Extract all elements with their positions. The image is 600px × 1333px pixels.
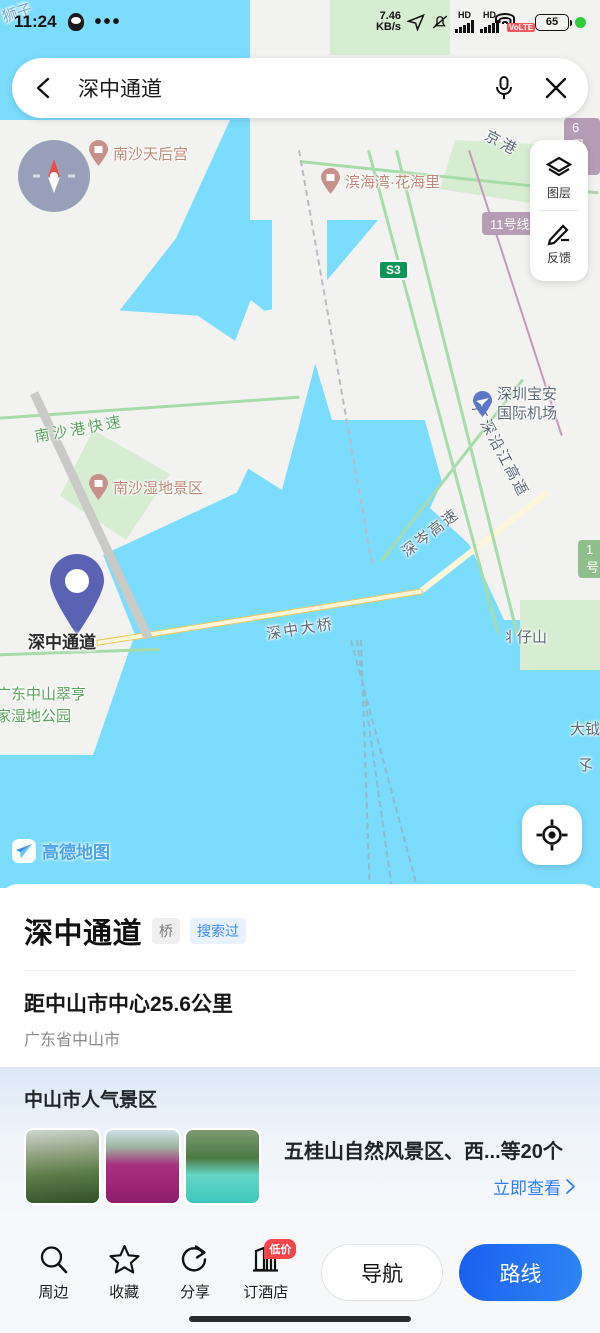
wifi-group: VoLTE: [495, 13, 536, 32]
hotel-button[interactable]: 低价 订酒店: [230, 1239, 301, 1302]
road-label-shencen-expressway: 深岑高速: [398, 505, 463, 561]
search-nearby-icon: [40, 1246, 68, 1274]
navigate-button[interactable]: 导航: [321, 1244, 444, 1301]
lake-waterfall-photo[interactable]: [184, 1128, 261, 1205]
scenic-poi-icon: [320, 168, 341, 195]
low-price-badge: 低价: [264, 1239, 297, 1259]
attractions-title: 中山市人气景区: [24, 1090, 158, 1111]
status-time: 11:24: [14, 12, 57, 31]
map-canvas[interactable]: 11:24 ••• 7.46 KB/s HD HD VoLTE 65 图层 反馈…: [0, 0, 600, 888]
map-pin-icon: [49, 553, 104, 635]
airport-poi-icon: [472, 391, 493, 418]
poi-binhaiwan-huahaili[interactable]: 滨海湾·花海里: [320, 168, 440, 195]
signal-1: HD: [455, 11, 474, 33]
status-badge-searched: 搜索过: [190, 918, 247, 944]
poi-detail-sheet[interactable]: 深中通道 桥 搜索过 距中山市中心25.6公里 广东省中山市 中山市人气景区 五…: [0, 884, 600, 1333]
view-now-link[interactable]: 立即查看: [284, 1174, 576, 1199]
feedback-label: 反馈: [546, 251, 571, 265]
temple-poi-icon: [88, 140, 109, 167]
poi-label: 南沙天后宫: [113, 146, 189, 163]
attractions-thumbnails[interactable]: [24, 1128, 264, 1205]
location-arrow-icon: [407, 13, 425, 31]
layers-label: 图层: [546, 186, 571, 200]
network-speed: 7.46 KB/s: [375, 10, 401, 33]
nearby-button[interactable]: 周边: [18, 1244, 89, 1302]
attractions-names: 五桂山自然风景区、西...等20个: [284, 1140, 563, 1163]
poi-label: 深圳宝安 国际机场: [497, 386, 558, 422]
tools-divider: [539, 210, 579, 211]
scenic-poi-icon: [88, 474, 109, 501]
view-now-label: 立即查看: [493, 1178, 561, 1198]
highway-shield-s3: S3: [378, 260, 409, 280]
road-label-dakeng: 大钺: [570, 721, 600, 738]
status-bar: 11:24 ••• 7.46 KB/s HD HD VoLTE 65: [0, 0, 600, 44]
layers-icon: [546, 156, 572, 177]
locate-button[interactable]: [522, 805, 582, 865]
attractions-card[interactable]: 中山市人气景区 五桂山自然风景区、西...等20个 立即查看: [0, 1067, 600, 1230]
volte-badge: VoLTE: [507, 23, 536, 32]
feedback-button[interactable]: 反馈: [530, 213, 588, 273]
compass-control[interactable]: [18, 140, 90, 212]
hotel-label: 订酒店: [243, 1284, 289, 1301]
share-label: 分享: [179, 1284, 210, 1301]
nearby-label: 周边: [38, 1284, 69, 1301]
search-bar[interactable]: 深中通道: [12, 58, 588, 118]
compass-icon: [33, 159, 75, 193]
attractions-detail: 五桂山自然风景区、西...等20个 立即查看: [284, 1135, 576, 1199]
poi-info-block: 深中通道 桥 搜索过 距中山市中心25.6公里 广东省中山市: [0, 884, 600, 1050]
page-title: 深中通道: [24, 918, 143, 950]
amap-brand-name: 高德地图: [42, 843, 110, 862]
poi-title-row: 深中通道 桥 搜索过: [24, 910, 576, 952]
poi-shenzhen-baoan-airport[interactable]: 深圳宝安 国际机场: [472, 386, 557, 424]
green-status-dot: [575, 16, 586, 28]
amap-brand: 高德地图: [12, 838, 110, 863]
favorite-label: 收藏: [109, 1284, 140, 1301]
chevron-right-icon: [566, 1178, 575, 1194]
pencil-edit-icon: [547, 224, 569, 246]
poi-label: 南沙湿地景区: [113, 480, 204, 497]
map-tools-panel[interactable]: 图层 反馈: [530, 140, 588, 281]
share-button[interactable]: 分享: [160, 1244, 231, 1302]
battery-indicator: 65: [535, 13, 572, 31]
park-label-cuiheng-wetland: 广东中山翠亨 家湿地公园: [0, 686, 87, 725]
share-icon: [182, 1245, 207, 1272]
distance-text: 距中山市中心25.6公里: [24, 993, 233, 1016]
layers-button[interactable]: 图层: [530, 148, 588, 208]
overflow-dots-icon: •••: [94, 11, 122, 33]
locate-crosshair-icon: [536, 819, 568, 851]
signal-bars-icon: [455, 20, 474, 33]
favorite-button[interactable]: 收藏: [89, 1244, 160, 1302]
road-label-zai: 孓: [578, 757, 594, 774]
sheet-divider: [24, 970, 576, 971]
map-land-pier: [272, 140, 327, 325]
search-input[interactable]: 深中通道: [78, 73, 492, 103]
microphone-icon[interactable]: [492, 75, 516, 101]
home-indicator: [189, 1316, 411, 1322]
back-chevron-icon[interactable]: [32, 76, 56, 100]
qq-penguin-icon: [66, 11, 86, 33]
poi-nansha-tianhou[interactable]: 南沙天后宫: [88, 140, 188, 167]
mute-bell-icon: [432, 15, 448, 29]
amap-paper-plane-icon: [12, 838, 36, 863]
mountain-village-photo[interactable]: [24, 1128, 101, 1205]
route-button[interactable]: 路线: [459, 1244, 582, 1301]
road-label-yazaishan: 丬仔山: [502, 629, 548, 646]
map-ferry-route-3: [360, 640, 372, 888]
purple-flower-field-photo[interactable]: [104, 1128, 181, 1205]
star-icon: [109, 1244, 140, 1274]
metro-label-line1: 1号: [578, 540, 600, 578]
selected-pin-label: 深中通道: [28, 633, 96, 652]
poi-nansha-wetland[interactable]: 南沙湿地景区: [88, 474, 203, 501]
status-badge-category: 桥: [152, 918, 181, 944]
address-text: 广东省中山市: [24, 1032, 121, 1049]
poi-label: 滨海湾·花海里: [345, 174, 440, 191]
close-x-icon[interactable]: [544, 76, 568, 100]
attractions-row: 五桂山自然风景区、西...等20个 立即查看: [24, 1128, 576, 1205]
